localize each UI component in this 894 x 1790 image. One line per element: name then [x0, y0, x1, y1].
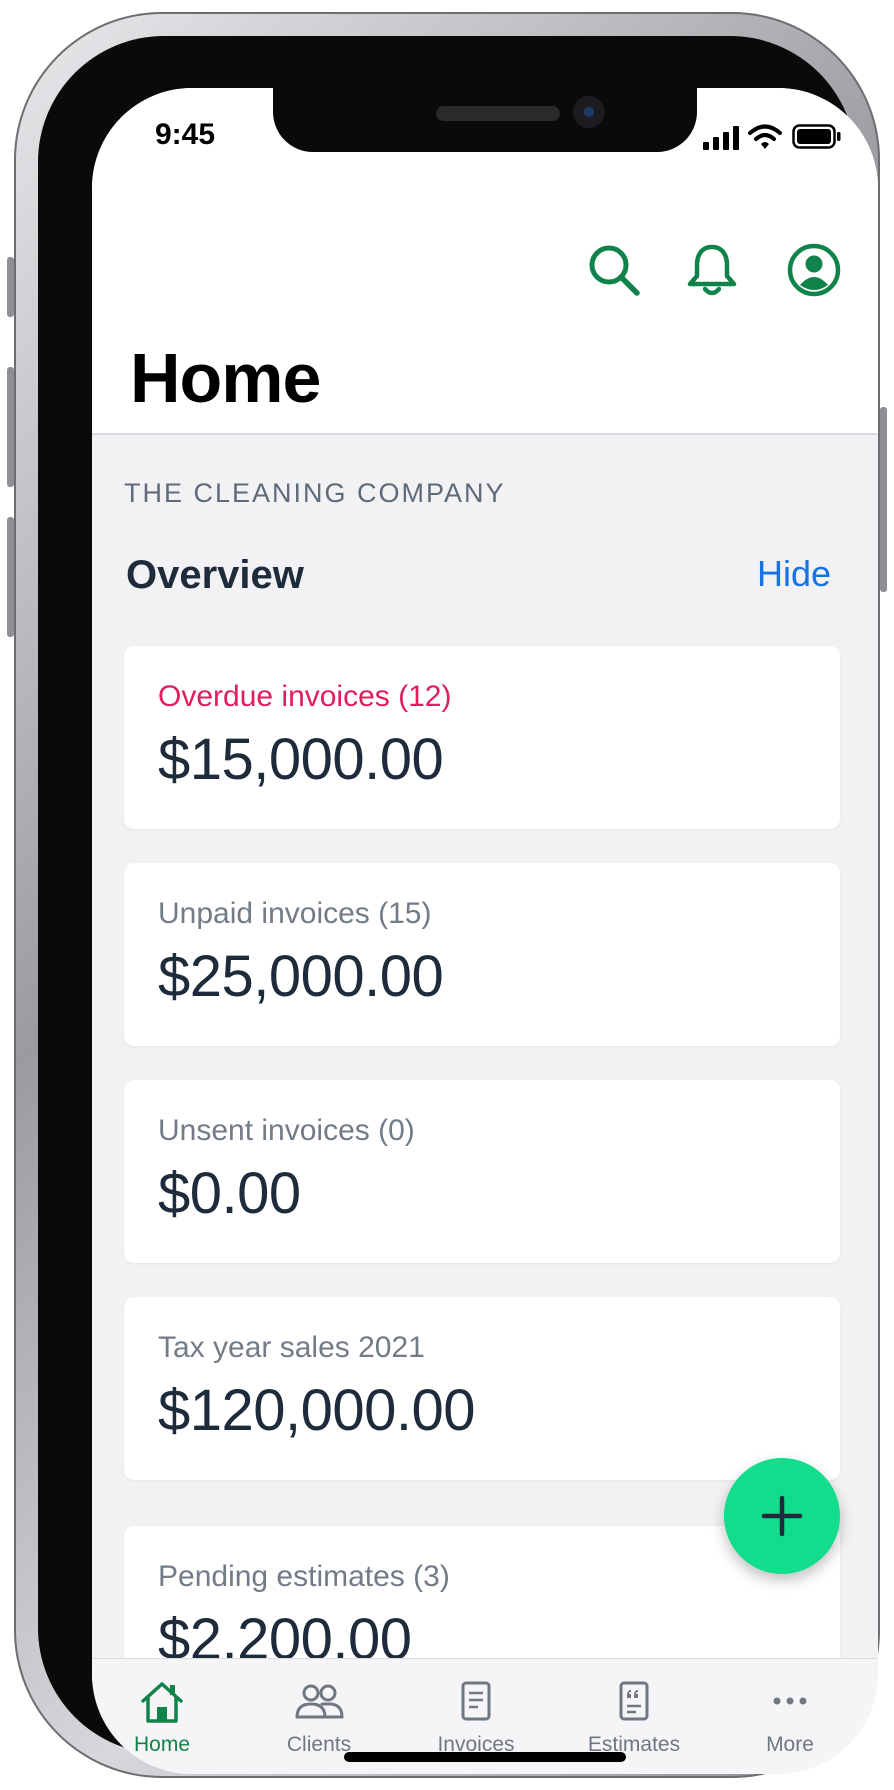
- battery-icon: [792, 124, 841, 149]
- search-icon[interactable]: [586, 242, 642, 298]
- estimate-icon: [619, 1681, 649, 1721]
- speaker-grille: [436, 106, 560, 121]
- volume-up-button: [7, 367, 14, 487]
- page-title: Home: [130, 339, 321, 417]
- more-icon: [773, 1697, 807, 1705]
- notch: [273, 88, 697, 152]
- card-value: $2,200.00: [158, 1607, 412, 1658]
- front-camera: [573, 96, 605, 128]
- hide-overview-button[interactable]: Hide: [757, 553, 831, 595]
- tab-home[interactable]: Home: [92, 1659, 232, 1774]
- tab-more[interactable]: More: [720, 1659, 860, 1774]
- plus-icon: [761, 1495, 803, 1537]
- tab-label: More: [766, 1733, 814, 1756]
- overview-title: Overview: [126, 553, 304, 597]
- tax-year-sales-card[interactable]: Tax year sales 2021 $120,000.00: [124, 1297, 840, 1480]
- phone-frame: 9:45 Home THE CLEANING COMPANY Overview …: [7, 12, 887, 1778]
- company-name: THE CLEANING COMPANY: [124, 478, 506, 508]
- card-label: Pending estimates (3): [158, 1560, 450, 1593]
- home-indicator[interactable]: [344, 1752, 626, 1762]
- unpaid-invoices-card[interactable]: Unpaid invoices (15) $25,000.00: [124, 863, 840, 1046]
- unsent-invoices-card[interactable]: Unsent invoices (0) $0.00: [124, 1080, 840, 1263]
- card-value: $15,000.00: [158, 727, 444, 792]
- card-label: Overdue invoices (12): [158, 680, 452, 713]
- screen: 9:45 Home THE CLEANING COMPANY Overview …: [92, 88, 878, 1774]
- card-value: $0.00: [158, 1161, 301, 1226]
- invoice-icon: [461, 1681, 491, 1721]
- tab-label: Home: [133, 1733, 191, 1756]
- home-icon: [141, 1682, 183, 1723]
- account-icon[interactable]: [786, 242, 842, 298]
- phone-bezel: 9:45 Home THE CLEANING COMPANY Overview …: [38, 36, 878, 1774]
- mute-switch: [7, 257, 14, 317]
- status-time: 9:45: [155, 118, 216, 151]
- card-value: $25,000.00: [158, 944, 444, 1009]
- signal-icon: [703, 126, 739, 150]
- card-label: Tax year sales 2021: [158, 1331, 425, 1364]
- clients-icon: [295, 1684, 344, 1719]
- wifi-icon: [748, 124, 782, 149]
- card-value: $120,000.00: [158, 1378, 476, 1443]
- card-label: Unpaid invoices (15): [158, 897, 432, 930]
- add-button[interactable]: [724, 1458, 840, 1574]
- app-header: Home: [92, 198, 878, 435]
- bell-icon[interactable]: [684, 242, 740, 298]
- overdue-invoices-card[interactable]: Overdue invoices (12) $15,000.00: [124, 646, 840, 829]
- card-label: Unsent invoices (0): [158, 1114, 415, 1147]
- volume-down-button: [7, 517, 14, 637]
- side-button: [880, 407, 887, 592]
